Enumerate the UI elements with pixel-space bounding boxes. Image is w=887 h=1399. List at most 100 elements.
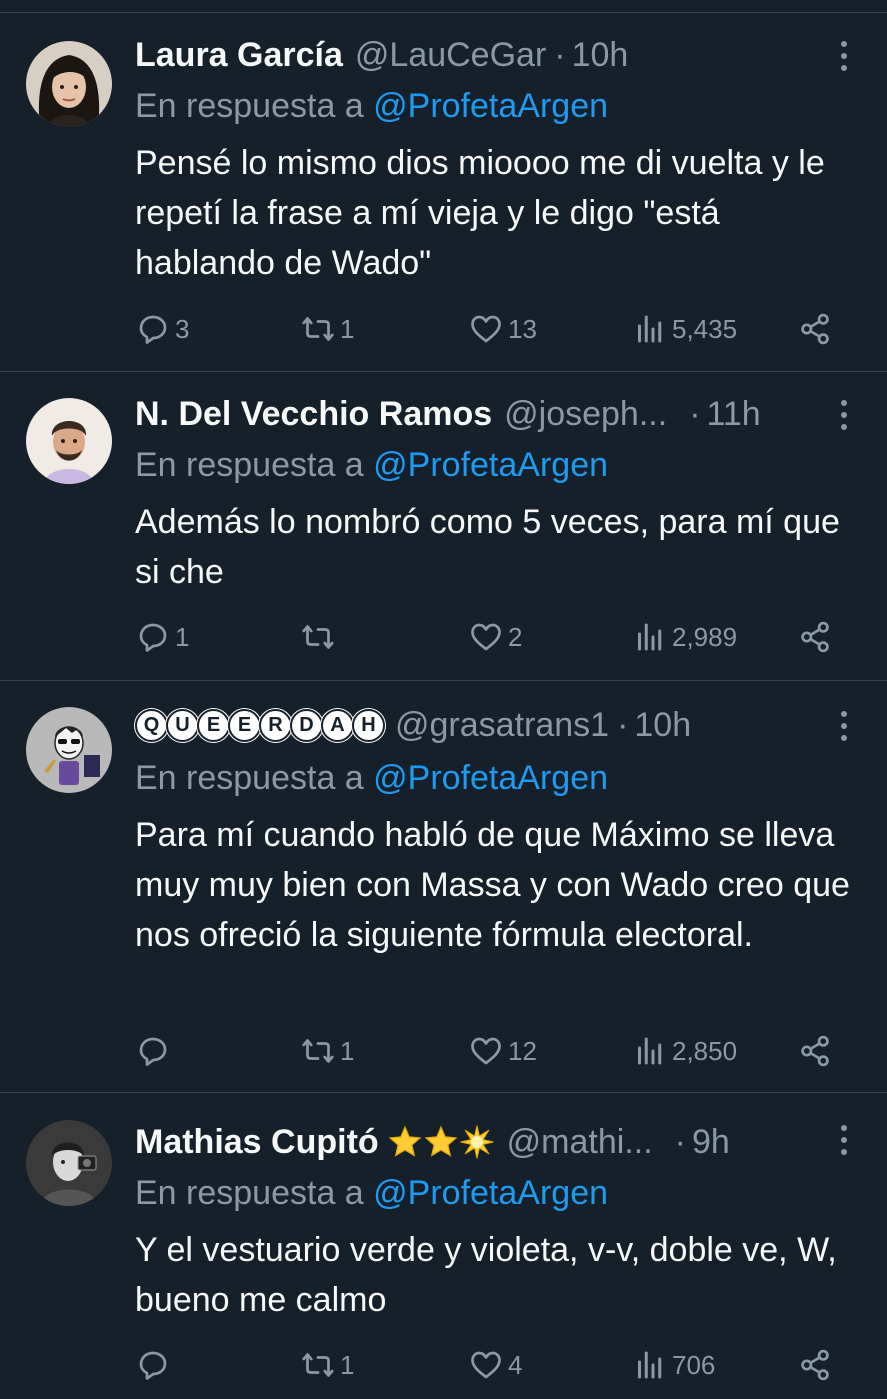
- reply-count: 1: [175, 621, 190, 652]
- reply-icon: [139, 1351, 167, 1380]
- avatar[interactable]: [26, 41, 112, 127]
- tweet-text: Y el vestuario verde y violeta, v-v, dob…: [135, 1231, 837, 1319]
- tweet-header: Q U E E R D A H @grasatrans1 · 10h: [135, 705, 857, 745]
- share-icon: [801, 313, 829, 345]
- retweet-count: 1: [340, 1035, 355, 1066]
- like-icon: [471, 315, 501, 343]
- tweet[interactable]: Laura García @LauCeGar · 10h En respuest…: [0, 13, 887, 372]
- tweet[interactable]: Q U E E R D A H @grasatrans1 · 10h En re…: [0, 681, 887, 1093]
- reply-count: 3: [175, 313, 190, 344]
- retweet-icon: [302, 317, 334, 341]
- retweet-button[interactable]: 1: [300, 1031, 354, 1071]
- like-count: 13: [508, 313, 537, 344]
- like-icon: [471, 1037, 501, 1065]
- action-bar: 1 12 2,850: [135, 1031, 835, 1071]
- timestamp[interactable]: 10h: [634, 706, 691, 745]
- separator-dot: ·: [674, 1122, 686, 1161]
- reply-icon: [139, 1037, 167, 1066]
- mention-link[interactable]: @ProfetaArgen: [373, 87, 608, 125]
- like-button[interactable]: 4: [468, 1345, 522, 1385]
- sparkle-star-icon: [460, 1125, 494, 1159]
- name-letter: Q: [135, 708, 168, 742]
- reply-button[interactable]: [135, 1345, 175, 1385]
- retweet-button[interactable]: 1: [300, 309, 354, 349]
- display-name[interactable]: Mathias Cupitó: [135, 1123, 379, 1162]
- views-icon: [638, 315, 662, 343]
- user-handle[interactable]: @joseph...: [504, 395, 667, 434]
- views-button[interactable]: 706: [632, 1345, 715, 1385]
- separator-dot: ·: [689, 394, 701, 433]
- timestamp[interactable]: 11h: [707, 395, 761, 434]
- views-icon: [638, 623, 662, 651]
- more-icon[interactable]: [837, 1125, 851, 1155]
- timestamp[interactable]: 10h: [572, 36, 629, 75]
- share-button[interactable]: [797, 617, 833, 657]
- name-letter: E: [228, 708, 261, 742]
- share-button[interactable]: [797, 1345, 833, 1385]
- retweet-count: 1: [340, 313, 355, 344]
- display-name[interactable]: Q U E E R D A H: [135, 708, 385, 742]
- reply-button[interactable]: [135, 1031, 175, 1071]
- mention-link[interactable]: @ProfetaArgen: [373, 759, 608, 797]
- reply-prefix: En respuesta a: [135, 87, 364, 125]
- separator-dot: ·: [617, 705, 629, 744]
- avatar[interactable]: [26, 1120, 112, 1206]
- tweet-header: N. Del Vecchio Ramos @joseph... · 11h: [135, 394, 857, 434]
- action-bar: 1 2 2,989: [135, 617, 835, 657]
- retweet-button[interactable]: 1: [300, 1345, 354, 1385]
- reply-icon: [139, 315, 167, 344]
- more-icon[interactable]: [837, 41, 851, 71]
- share-button[interactable]: [797, 1031, 833, 1071]
- reply-prefix: En respuesta a: [135, 759, 364, 797]
- action-bar: 1 4 706: [135, 1345, 835, 1385]
- user-handle[interactable]: @mathi...: [507, 1123, 653, 1162]
- reply-context: En respuesta a @ProfetaArgen: [135, 87, 608, 126]
- views-button[interactable]: 5,435: [632, 309, 737, 349]
- name-letter: R: [259, 708, 292, 742]
- like-button[interactable]: 2: [468, 617, 522, 657]
- name-letter: D: [290, 708, 323, 742]
- retweet-button[interactable]: [300, 617, 340, 657]
- share-button[interactable]: [797, 309, 833, 349]
- like-count: 2: [508, 621, 523, 652]
- separator-dot: ·: [554, 35, 566, 74]
- reply-feed: Laura García @LauCeGar · 10h En respuest…: [0, 0, 887, 1399]
- star-icon: [424, 1125, 458, 1157]
- like-icon: [471, 623, 501, 651]
- display-name[interactable]: N. Del Vecchio Ramos: [135, 395, 492, 434]
- reply-icon: [139, 623, 167, 652]
- more-icon[interactable]: [837, 711, 851, 741]
- reply-context: En respuesta a @ProfetaArgen: [135, 1174, 608, 1213]
- tweet[interactable]: Mathias Cupitó @mathi... · 9h En respues…: [0, 1093, 887, 1399]
- like-button[interactable]: 13: [468, 309, 537, 349]
- name-letter: H: [352, 708, 385, 742]
- user-handle[interactable]: @LauCeGar: [355, 36, 546, 75]
- avatar[interactable]: [26, 398, 112, 484]
- mention-link[interactable]: @ProfetaArgen: [373, 1174, 608, 1212]
- reply-button[interactable]: 3: [135, 309, 189, 349]
- reply-prefix: En respuesta a: [135, 1174, 364, 1212]
- user-handle[interactable]: @grasatrans1: [395, 706, 609, 745]
- share-icon: [801, 1035, 829, 1067]
- views-icon: [638, 1037, 662, 1065]
- views-button[interactable]: 2,989: [632, 617, 737, 657]
- tweet-header: Laura García @LauCeGar · 10h: [135, 35, 857, 75]
- like-count: 4: [508, 1349, 523, 1380]
- avatar[interactable]: [26, 707, 112, 793]
- timestamp[interactable]: 9h: [692, 1123, 730, 1162]
- mention-link[interactable]: @ProfetaArgen: [373, 446, 608, 484]
- share-icon: [801, 621, 829, 653]
- views-button[interactable]: 2,850: [632, 1031, 737, 1071]
- views-count: 5,435: [672, 313, 738, 344]
- reply-context: En respuesta a @ProfetaArgen: [135, 446, 608, 485]
- like-button[interactable]: 12: [468, 1031, 537, 1071]
- reply-prefix: En respuesta a: [135, 446, 364, 484]
- tweet[interactable]: N. Del Vecchio Ramos @joseph... · 11h En…: [0, 372, 887, 681]
- name-letter: U: [166, 708, 199, 742]
- display-name[interactable]: Laura García: [135, 36, 343, 75]
- retweet-icon: [302, 1353, 334, 1377]
- name-letter: E: [197, 708, 230, 742]
- reply-button[interactable]: 1: [135, 617, 189, 657]
- retweet-count: 1: [340, 1349, 355, 1380]
- more-icon[interactable]: [837, 400, 851, 430]
